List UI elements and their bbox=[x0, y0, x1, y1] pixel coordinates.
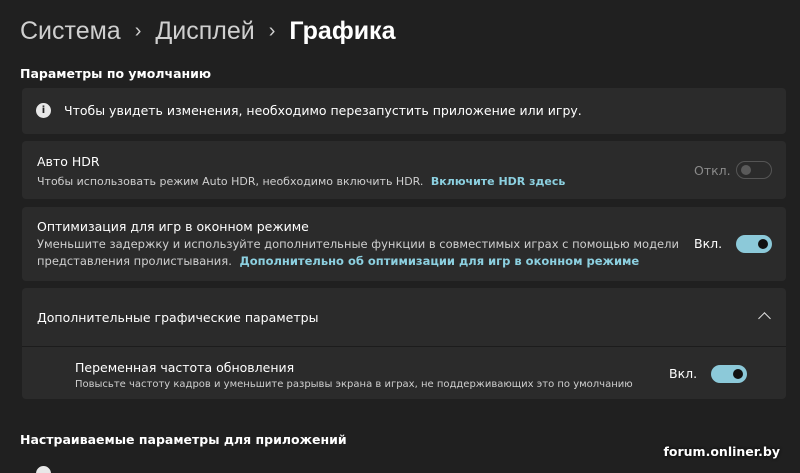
breadcrumb-item-display[interactable]: Дисплей bbox=[155, 14, 254, 48]
info-card: i Чтобы увидеть изменения, необходимо пе… bbox=[22, 88, 786, 134]
toggle-knob bbox=[758, 239, 768, 249]
auto-hdr-toggle[interactable] bbox=[736, 161, 772, 179]
info-icon: i bbox=[36, 103, 51, 118]
section-title-defaults: Параметры по умолчанию bbox=[20, 66, 212, 81]
enable-hdr-link[interactable]: Включите HDR здесь bbox=[431, 175, 565, 188]
chevron-right-icon: › bbox=[134, 20, 142, 42]
vrr-state-label: Вкл. bbox=[669, 366, 698, 381]
section-title-custom: Настраиваемые параметры для приложений bbox=[20, 432, 347, 447]
advanced-graphics-card: Дополнительные графические параметры Пер… bbox=[22, 288, 786, 399]
advanced-graphics-title: Дополнительные графические параметры bbox=[37, 310, 319, 325]
windowed-optimization-learn-more-link[interactable]: Дополнительно об оптимизации для игр в о… bbox=[240, 254, 640, 268]
windowed-optimization-state-label: Вкл. bbox=[694, 236, 723, 251]
windowed-optimization-card: Оптимизация для игр в оконном режиме Уме… bbox=[22, 207, 786, 281]
auto-hdr-description-text: Чтобы использовать режим Auto HDR, необх… bbox=[37, 175, 424, 188]
vrr-row: Переменная частота обновления Повысьте ч… bbox=[22, 347, 786, 399]
chevron-right-icon: › bbox=[268, 20, 276, 42]
info-text: Чтобы увидеть изменения, необходимо пере… bbox=[64, 103, 582, 118]
toggle-knob bbox=[741, 165, 751, 175]
vrr-description: Повысьте частоту кадров и уменьшите разр… bbox=[75, 379, 633, 390]
windowed-optimization-description-line1: Уменьшите задержку и используйте дополни… bbox=[37, 237, 679, 251]
auto-hdr-card: Авто HDR Чтобы использовать режим Auto H… bbox=[22, 141, 786, 199]
watermark: forum.onliner.by bbox=[663, 444, 780, 459]
toggle-knob bbox=[733, 369, 743, 379]
breadcrumb: Система › Дисплей › Графика bbox=[20, 14, 395, 48]
chevron-up-icon bbox=[758, 312, 771, 325]
page-title: Графика bbox=[289, 17, 396, 45]
windowed-optimization-title: Оптимизация для игр в оконном режиме bbox=[37, 219, 309, 234]
breadcrumb-item-system[interactable]: Система bbox=[20, 14, 121, 48]
windowed-optimization-description-line2: представления пролистывания. bbox=[37, 254, 232, 268]
auto-hdr-state-label: Откл. bbox=[694, 163, 731, 178]
windowed-optimization-description: Уменьшите задержку и используйте дополни… bbox=[37, 236, 679, 270]
advanced-graphics-header[interactable]: Дополнительные графические параметры bbox=[22, 288, 786, 346]
auto-hdr-title: Авто HDR bbox=[37, 154, 100, 169]
vrr-toggle[interactable] bbox=[711, 365, 747, 383]
windowed-optimization-description-line2-wrap: представления пролистывания. Дополнитель… bbox=[37, 253, 679, 270]
auto-hdr-description: Чтобы использовать режим Auto HDR, необх… bbox=[37, 173, 565, 190]
vrr-title: Переменная частота обновления bbox=[75, 360, 295, 375]
windowed-optimization-toggle[interactable] bbox=[736, 235, 772, 253]
info-icon bbox=[36, 466, 51, 473]
